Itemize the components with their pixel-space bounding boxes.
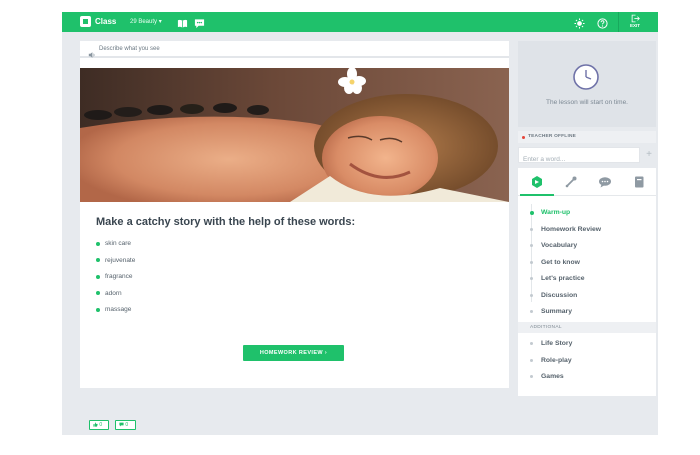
lesson-plan-icon [532, 176, 542, 188]
plan-step-label: Discussion [541, 291, 578, 299]
lesson-plan: Warm-up Homework Review Vocabulary Get t… [518, 196, 656, 396]
word-input[interactable] [519, 152, 639, 167]
add-word-button[interactable]: + [642, 147, 656, 163]
lesson-photo [80, 68, 509, 202]
instruction-bar: Describe what you see [80, 41, 509, 58]
tab-tools[interactable] [554, 168, 588, 196]
homework-review-button[interactable]: HOMEWORK REVIEW › [243, 345, 344, 361]
plan-step-label: Vocabulary [541, 242, 578, 249]
bullet-icon [96, 241, 100, 246]
step-bullet-icon [529, 210, 534, 215]
plan-step-get-to-know[interactable]: Get to know [518, 258, 656, 275]
step-bullet-icon [530, 342, 533, 345]
vocabulary-word: fragrance [105, 273, 133, 280]
bullet-icon [96, 291, 100, 295]
teacher-status: TEACHER OFFLINE [518, 131, 656, 143]
vocabulary-word: skin care [105, 240, 132, 247]
plan-step-homework-review[interactable]: Homework Review [518, 225, 656, 242]
comment-button[interactable]: 0 [115, 420, 136, 430]
plan-step-warm-up[interactable]: Warm-up [518, 208, 656, 225]
comment-icon [119, 422, 124, 426]
additional-label: ADDITIONAL [530, 325, 562, 330]
additional-item-label: Games [541, 373, 564, 380]
bullet-icon [96, 258, 100, 262]
lesson-heading: Make a catchy story with the help of the… [96, 216, 356, 228]
plan-step-discussion[interactable]: Discussion [518, 291, 656, 308]
help-icon[interactable] [597, 16, 608, 29]
additional-games[interactable]: Games [518, 372, 656, 389]
tab-chat[interactable] [588, 168, 622, 196]
additional-life-story[interactable]: Life Story [518, 339, 656, 356]
vocabulary-word: massage [105, 306, 132, 313]
step-bullet-icon [530, 358, 533, 362]
exit-icon [631, 14, 640, 23]
tab-notebook[interactable] [622, 168, 656, 196]
lesson-start-message: The lesson will start on time. [545, 99, 628, 106]
lesson-card: Describe what you see Make a catchy stor… [80, 41, 509, 388]
toolbar-divider [618, 12, 619, 32]
bullet-icon [96, 307, 100, 312]
like-button[interactable]: 0 [89, 420, 109, 430]
step-bullet-icon [530, 375, 533, 378]
additional-section-header: ADDITIONAL [518, 322, 656, 333]
lesson-timer-panel: The lesson will start on time. [518, 41, 656, 127]
top-bar: Class 29 Beauty ▾ EXIT [62, 12, 658, 32]
bullet-icon [96, 274, 100, 279]
logo-icon [80, 16, 91, 27]
step-bullet-icon [530, 227, 533, 231]
step-bullet-icon [530, 244, 533, 247]
brightness-icon[interactable] [574, 16, 585, 29]
tab-lesson-plan[interactable] [520, 168, 554, 196]
notebook-icon [635, 176, 644, 188]
additional-role-play[interactable]: Role-play [518, 356, 656, 373]
vocabulary-word: adorn [105, 289, 122, 297]
step-bullet-icon [530, 277, 533, 280]
chat-icon [599, 177, 611, 188]
sidebar-tabs [518, 168, 656, 196]
plan-step-label: Let's practice [541, 275, 585, 282]
step-bullet-icon [530, 260, 533, 264]
speaker-icon[interactable] [88, 46, 96, 58]
plan-step-vocabulary[interactable]: Vocabulary [518, 241, 656, 258]
step-bullet-icon [530, 310, 533, 313]
word-input-box [518, 147, 640, 167]
exit-button[interactable]: EXIT [626, 13, 644, 29]
app-frame: Class 29 Beauty ▾ EXIT Describe what you… [62, 12, 658, 435]
lesson-selector-label: 29 Beauty [130, 19, 158, 25]
vocabulary-word: rejuvenate [105, 256, 136, 264]
comment-count: 0 [125, 422, 129, 428]
plan-step-label: Summary [541, 308, 572, 315]
plan-step-lets-practice[interactable]: Let's practice [518, 274, 656, 291]
additional-item-label: Role-play [541, 356, 572, 364]
tools-icon [565, 176, 577, 188]
thumbs-up-icon [93, 421, 98, 427]
clock-icon [573, 64, 599, 90]
offline-indicator-icon [522, 135, 525, 139]
chat-icon[interactable] [194, 16, 205, 29]
additional-item-label: Life Story [541, 340, 573, 347]
brand-name: Class [95, 17, 117, 26]
plan-step-label: Warm-up [541, 209, 571, 216]
lesson-selector[interactable]: 29 Beauty ▾ [130, 17, 162, 27]
like-count: 0 [99, 422, 103, 428]
instruction-text: Describe what you see [99, 46, 160, 52]
book-icon[interactable] [177, 16, 188, 28]
plan-step-label: Get to know [541, 258, 580, 266]
teacher-status-label: TEACHER OFFLINE [528, 134, 577, 139]
exit-label: EXIT [629, 23, 640, 28]
step-bullet-icon [530, 293, 533, 297]
plan-step-label: Homework Review [541, 225, 602, 233]
